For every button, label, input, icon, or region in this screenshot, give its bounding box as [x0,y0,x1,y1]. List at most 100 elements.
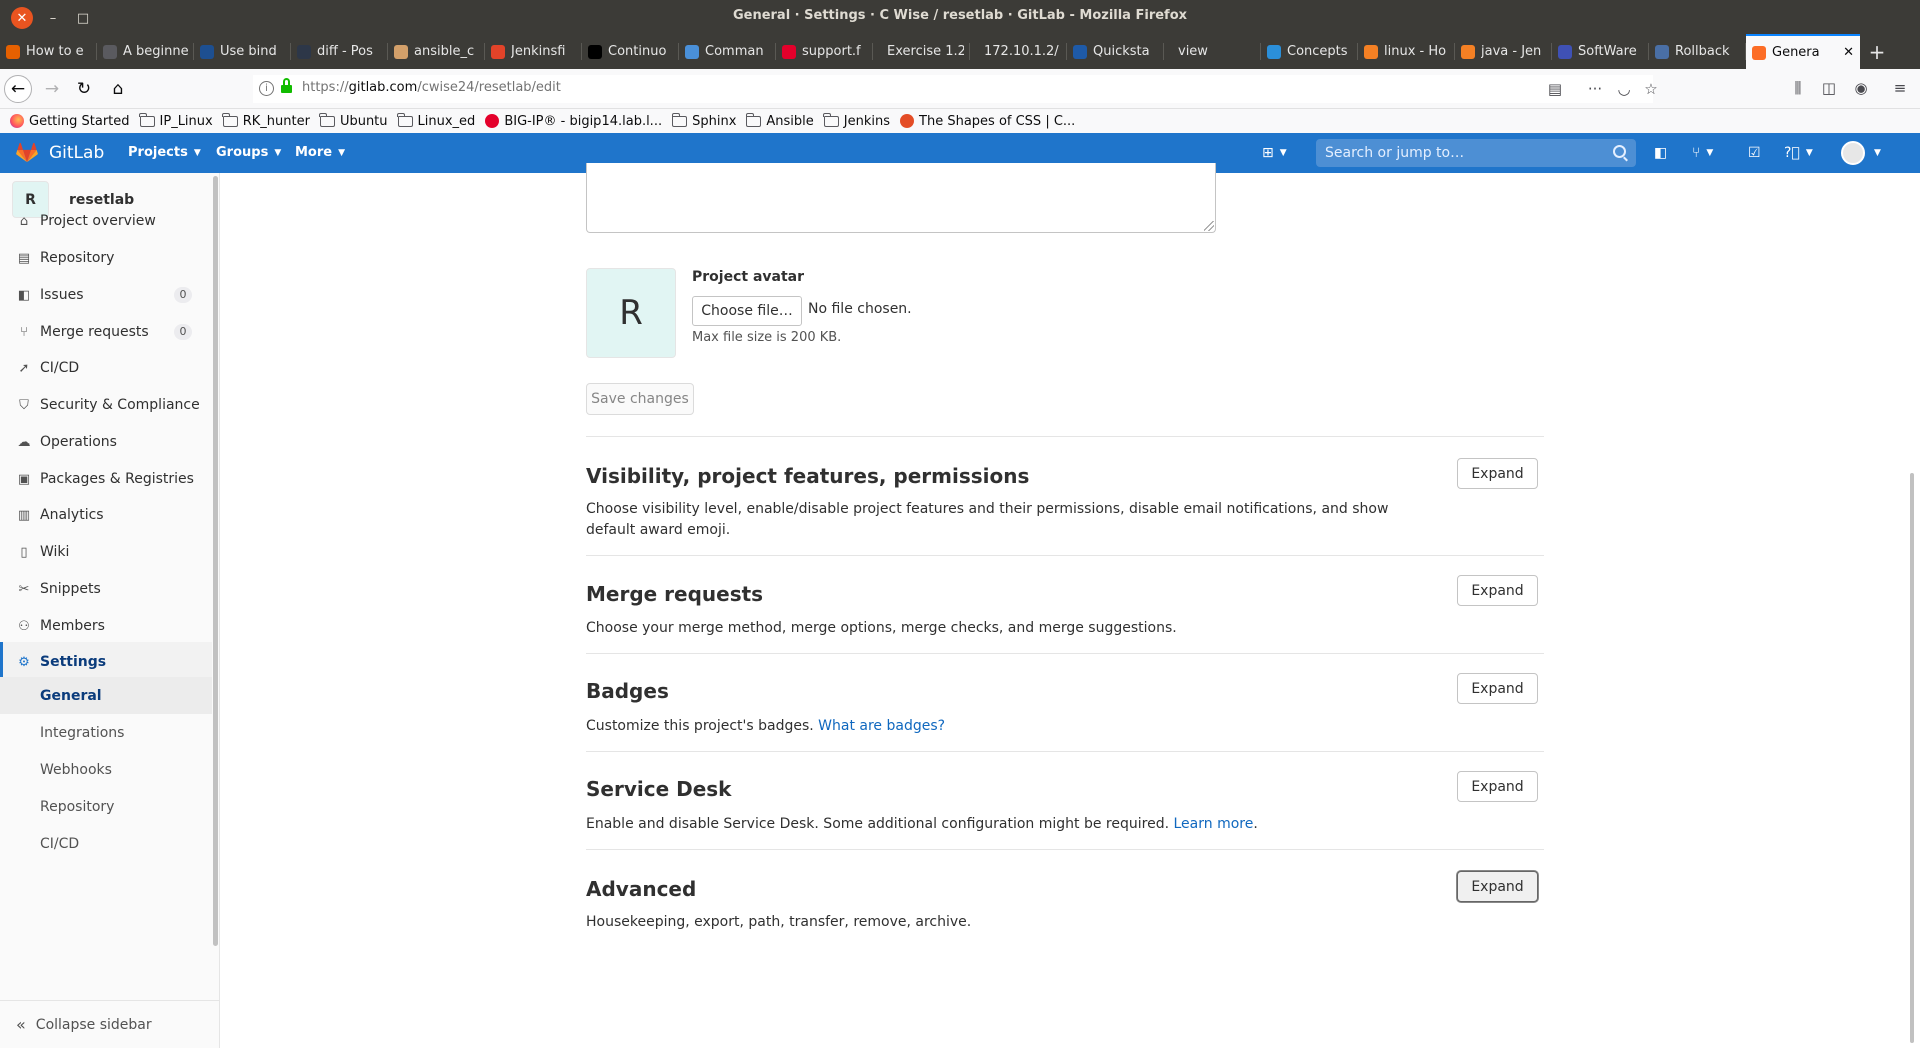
expand-button[interactable]: Expand [1457,871,1538,902]
browser-tab[interactable]: 172.10.1.2/ [970,34,1067,69]
expand-button[interactable]: Expand [1457,771,1538,802]
bookmark-item[interactable]: The Shapes of CSS | C... [900,114,1075,129]
search-input[interactable]: Search or jump to… [1325,145,1464,161]
tab-favicon-icon [297,44,311,59]
tab-favicon-icon [103,44,117,59]
issues-button[interactable]: ◧ [1654,143,1667,163]
menu-icon[interactable]: ≡ [1889,77,1911,99]
browser-tab[interactable]: Continuo [582,34,679,69]
sidebar-subitem-webhooks[interactable]: Webhooks [0,751,212,788]
browser-tab[interactable]: SoftWare [1552,34,1649,69]
account-icon[interactable]: ◉ [1850,77,1872,99]
sidebar-item-project-overview[interactable]: ⌂ Project overview [0,201,212,241]
bookmark-item[interactable]: Linux_ed [397,112,475,129]
home-button[interactable]: ⌂ [104,75,132,103]
tab-favicon-icon [200,44,214,59]
sidebar-item-members[interactable]: ⚇ Members [0,606,212,646]
sidebar-item-issues[interactable]: ◧ Issues 0 [0,275,212,315]
browser-tab-active[interactable]: Genera ✕ [1746,34,1860,69]
sidebar-toggle-icon[interactable]: ◫ [1818,77,1840,99]
sidebar-item-settings[interactable]: ⚙ Settings [0,642,212,682]
section-title: Service Desk [586,777,732,801]
sidebar-item-repository[interactable]: ▤ Repository [0,238,212,278]
chevron-down-icon[interactable]: ▼ [1874,143,1881,163]
bookmark-item[interactable]: Getting Started [10,114,130,129]
sidebar-item-operations[interactable]: ☁ Operations [0,422,212,462]
page-actions-icon[interactable]: ··· [1584,78,1606,100]
bookmark-item[interactable]: Sphinx [671,112,736,129]
browser-tab[interactable]: A beginne [97,34,194,69]
sidebar-scrollbar[interactable] [213,176,218,946]
nav-more[interactable]: More ▼ [295,145,345,160]
bookmark-item[interactable]: Ansible [745,112,814,129]
resize-grip-icon[interactable] [1204,221,1214,231]
browser-tab[interactable]: Rollback [1649,34,1746,69]
sidebar-subitem-general[interactable]: General [0,677,212,714]
section-help-link[interactable]: What are badges? [818,718,945,734]
browser-tab[interactable]: Jenkinsfi [485,34,582,69]
browser-tab[interactable]: How to e [0,34,97,69]
section-help-link[interactable]: Learn more [1174,816,1254,832]
bookmark-item[interactable]: RK_hunter [222,112,310,129]
browser-tab[interactable]: Quicksta [1067,34,1164,69]
section-description: Housekeeping, export, path, transfer, re… [586,914,972,930]
pocket-icon[interactable]: ◡ [1613,78,1635,100]
nav-projects[interactable]: Projects ▼ [128,145,201,160]
expand-button[interactable]: Expand [1457,673,1538,704]
tab-label: Use bind [220,44,277,59]
address-url[interactable]: https://gitlab.com/cwise24/resetlab/edit [302,80,561,95]
gitlab-logo-icon[interactable] [16,143,38,163]
project-description-textarea[interactable] [586,163,1216,233]
new-item-dropdown[interactable]: ⊞ ▼ [1262,143,1287,163]
sidebar-item-security-compliance[interactable]: ⛉ Security & Compliance [0,385,212,425]
bookmark-item[interactable]: Jenkins [823,112,890,129]
address-bar[interactable]: i https://gitlab.com/cwise24/resetlab/ed… [253,75,1658,103]
browser-tab[interactable]: diff - Pos [291,34,388,69]
reader-view-icon[interactable]: ▤ [1544,78,1566,100]
bookmark-star-icon[interactable]: ☆ [1640,78,1662,100]
close-tab-icon[interactable]: ✕ [1843,45,1854,60]
sidebar-subitem-integrations[interactable]: Integrations [0,714,212,751]
browser-tab[interactable]: linux - Ho [1358,34,1455,69]
sidebar-item-wiki[interactable]: ▯ Wiki [0,532,212,572]
sidebar-subitem-ci-cd[interactable]: CI/CD [0,825,212,862]
search-box[interactable]: Search or jump to… [1316,139,1636,167]
merge-requests-button[interactable]: ⑂ ▼ [1692,143,1713,163]
nav-groups[interactable]: Groups ▼ [216,145,281,160]
bookmark-item[interactable]: BIG-IP® - bigip14.lab.l... [485,114,662,129]
chevron-down-icon: ▼ [1805,148,1813,158]
sidebar-item-snippets[interactable]: ✂ Snippets [0,569,212,609]
todos-button[interactable]: ☑ [1748,143,1761,163]
sidebar-subitem-repository[interactable]: Repository [0,788,212,825]
sidebar-item-merge-requests[interactable]: ⑂ Merge requests 0 [0,312,212,352]
site-info-icon[interactable]: i [259,81,274,96]
back-button[interactable]: ← [4,75,32,103]
reload-button[interactable]: ↻ [70,75,98,103]
help-dropdown[interactable]: ?⃝ ▼ [1784,143,1813,163]
expand-button[interactable]: Expand [1457,458,1538,489]
browser-tab[interactable]: Concepts [1261,34,1358,69]
browser-tab[interactable]: ansible_c [388,34,485,69]
browser-tab[interactable]: view [1164,34,1261,69]
bookmark-item[interactable]: IP_Linux [139,112,213,129]
count-badge: 0 [174,287,192,303]
sidebar-item-packages-registries[interactable]: ▣ Packages & Registries [0,459,212,499]
sidebar-item-ci-cd[interactable]: ➚ CI/CD [0,348,212,388]
new-tab-button[interactable]: + [1860,34,1894,69]
sidebar-item-analytics[interactable]: ▥ Analytics [0,495,212,535]
page-scrollbar[interactable] [1910,473,1914,1043]
user-avatar[interactable] [1841,141,1865,165]
browser-tab[interactable]: java - Jen [1455,34,1552,69]
browser-tab[interactable]: Comman [679,34,776,69]
forward-button[interactable]: → [38,75,66,103]
save-changes-button[interactable]: Save changes [586,383,694,415]
choose-file-button[interactable]: Choose file… [692,296,802,326]
collapse-sidebar-button[interactable]: « Collapse sidebar [0,1000,219,1048]
bookmark-item[interactable]: Ubuntu [319,112,388,129]
library-icon[interactable]: ⫼ [1787,77,1809,99]
expand-button[interactable]: Expand [1457,575,1538,606]
browser-tab[interactable]: support.f [776,34,873,69]
gitlab-brand[interactable]: GitLab [49,143,104,163]
browser-tab[interactable]: Use bind [194,34,291,69]
browser-tab[interactable]: Exercise 1.2 - [873,34,970,69]
